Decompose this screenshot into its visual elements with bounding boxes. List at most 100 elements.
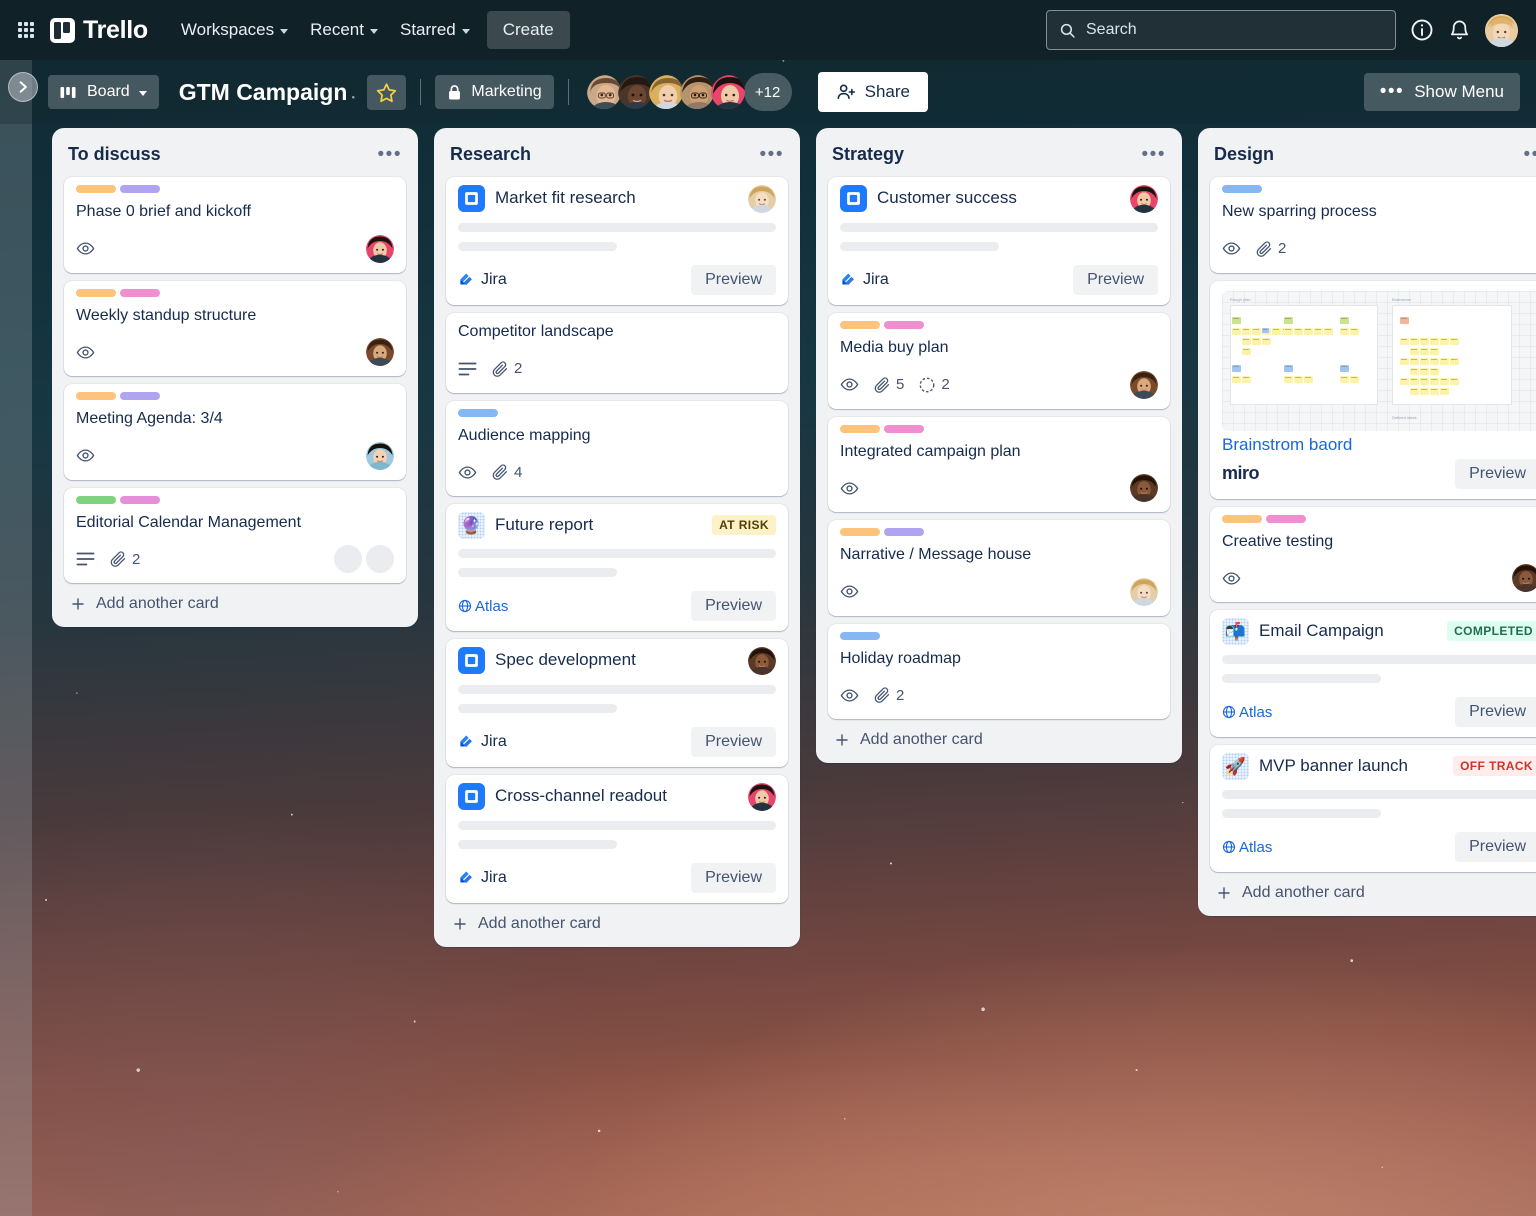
card-label[interactable] [884,425,924,433]
card-member-avatar[interactable] [748,647,776,675]
card-label[interactable] [76,289,116,297]
board-card[interactable]: Audience mapping 4 [446,401,788,497]
preview-button[interactable]: Preview [1455,697,1536,727]
board-card[interactable]: Phase 0 brief and kickoff [64,177,406,273]
info-icon[interactable] [1410,18,1434,42]
member-avatar[interactable] [709,73,747,111]
list-title[interactable]: Research [450,144,531,165]
preview-button[interactable]: Preview [1455,832,1536,862]
show-menu-label: Show Menu [1414,82,1504,102]
star-board-button[interactable] [367,75,406,110]
share-button[interactable]: Share [818,72,928,112]
card-label[interactable] [120,392,160,400]
board-card[interactable]: 🚀MVP banner launchOFF TRACK AtlasPreview [1210,745,1536,872]
nav-label-recent: Recent [310,20,364,40]
avatar[interactable] [1485,14,1518,47]
nav-item-starred[interactable]: Starred [389,13,481,47]
card-title[interactable]: Brainstrom baord [1222,435,1536,455]
card-label[interactable] [840,321,880,329]
trello-home-logo[interactable]: Trello [50,16,148,45]
list-title[interactable]: Design [1214,144,1274,165]
board-card[interactable]: 🔮Future reportAT RISK AtlasPreview [446,504,788,631]
add-card-button[interactable]: Add another card [820,719,1178,755]
card-label[interactable] [76,392,116,400]
add-card-button[interactable]: Add another card [56,583,414,619]
card-member-avatar[interactable] [1512,564,1536,592]
card-member-avatar[interactable] [366,442,394,470]
board-card[interactable]: Weekly standup structure [64,281,406,377]
show-menu-button[interactable]: ••• Show Menu [1364,73,1520,111]
card-badge: 5 [873,376,904,394]
card-label[interactable] [840,632,880,640]
apps-grid-icon[interactable] [18,22,34,38]
search-input[interactable]: Search [1046,10,1396,50]
card-member-avatar[interactable] [366,235,394,263]
miro-board-preview[interactable]: Rough planBrainstormDefined ideas [1222,291,1536,431]
notifications-bell-icon[interactable] [1448,19,1471,42]
miro-frame-label: Brainstorm [1392,297,1411,302]
sidebar-expand-button[interactable] [8,72,38,102]
list-actions-icon[interactable]: ••• [1142,150,1166,160]
card-label[interactable] [840,528,880,536]
board-card[interactable]: New sparring process 2 [1210,177,1536,273]
card-member-avatar[interactable] [366,338,394,366]
list-actions-icon[interactable]: ••• [1524,150,1536,160]
board-card[interactable]: Editorial Calendar Management 2 [64,488,406,584]
card-member-avatar[interactable] [748,783,776,811]
card-label[interactable] [120,185,160,193]
members-overflow-count[interactable]: +12 [744,73,792,111]
board-lists-container[interactable]: To discuss ••• Phase 0 brief and kickoff… [32,124,1536,1216]
card-member-avatar[interactable] [1130,474,1158,502]
board-card[interactable]: Spec development JiraPreview [446,639,788,767]
list-title[interactable]: To discuss [68,144,161,165]
preview-button[interactable]: Preview [691,863,776,893]
preview-button[interactable]: Preview [1455,459,1536,489]
board-card[interactable]: Creative testing [1210,507,1536,603]
preview-button[interactable]: Preview [691,265,776,295]
card-label[interactable] [458,409,498,417]
card-label[interactable] [1222,515,1262,523]
card-label[interactable] [120,289,160,297]
board-card[interactable]: Customer success JiraPreview [828,177,1170,305]
list-cards: Market fit research JiraPreview Competit… [438,177,796,903]
card-label[interactable] [120,496,160,504]
card-label[interactable] [884,321,924,329]
star-icon [376,82,397,103]
list-actions-icon[interactable]: ••• [760,150,784,160]
preview-button[interactable]: Preview [691,591,776,621]
nav-item-recent[interactable]: Recent [299,13,389,47]
create-button[interactable]: Create [487,11,570,49]
list-actions-icon[interactable]: ••• [378,150,402,160]
board-card[interactable]: Competitor landscape 2 [446,313,788,393]
card-member-avatar[interactable] [366,545,394,573]
board-card[interactable]: 📬Email CampaignCOMPLETED AtlasPreview [1210,610,1536,737]
card-label[interactable] [884,528,924,536]
card-member-avatar[interactable] [1130,578,1158,606]
card-label[interactable] [840,425,880,433]
board-view-switcher[interactable]: Board [48,75,159,109]
card-member-avatar[interactable] [1130,371,1158,399]
card-member-avatar[interactable] [334,545,362,573]
card-label[interactable] [1266,515,1306,523]
list-title[interactable]: Strategy [832,144,904,165]
card-label[interactable] [76,496,116,504]
board-card[interactable]: Narrative / Message house [828,520,1170,616]
card-member-avatar[interactable] [748,185,776,213]
add-card-button[interactable]: Add another card [438,903,796,939]
board-card[interactable]: Cross-channel readout JiraPreview [446,775,788,903]
card-label[interactable] [1222,185,1262,193]
board-card[interactable]: Meeting Agenda: 3/4 [64,384,406,480]
preview-button[interactable]: Preview [1073,265,1158,295]
card-label[interactable] [76,185,116,193]
board-card[interactable]: Market fit research JiraPreview [446,177,788,305]
add-card-button[interactable]: Add another card [1202,872,1536,908]
board-visibility-button[interactable]: Marketing [435,75,553,109]
nav-item-workspaces[interactable]: Workspaces [170,13,299,47]
preview-button[interactable]: Preview [691,727,776,757]
card-labels [1222,515,1536,523]
card-member-avatar[interactable] [1130,185,1158,213]
board-card[interactable]: Rough planBrainstormDefined ideas Brains… [1210,281,1536,499]
board-card[interactable]: Integrated campaign plan [828,417,1170,513]
board-card[interactable]: Media buy plan 52 [828,313,1170,409]
board-card[interactable]: Holiday roadmap 2 [828,624,1170,720]
